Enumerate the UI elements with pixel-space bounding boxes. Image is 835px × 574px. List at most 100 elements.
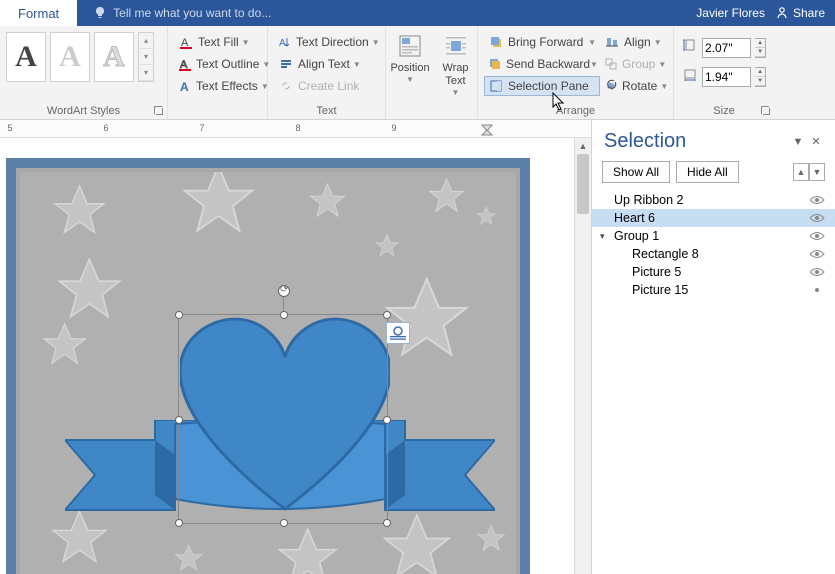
text-outline-icon: A — [178, 56, 192, 72]
selection-pane-icon — [488, 78, 504, 94]
layout-options-button[interactable] — [386, 322, 410, 344]
tellme-search[interactable]: Tell me what you want to do... — [93, 6, 696, 20]
visibility-toggle[interactable] — [809, 285, 825, 295]
resize-handle-w[interactable] — [175, 416, 183, 424]
document-canvas[interactable] — [0, 138, 574, 574]
group-button[interactable]: Group▼ — [600, 54, 670, 74]
reorder-down-button[interactable]: ▼ — [809, 163, 825, 181]
wordart-swatch-1[interactable]: A — [6, 32, 46, 82]
pane-options-button[interactable]: ▼ — [791, 135, 805, 149]
group-wordart-styles: A A A ▴▾▾ WordArt Styles — [0, 26, 168, 119]
scroll-up[interactable]: ▲ — [575, 138, 591, 154]
size-dialog-launcher[interactable] — [761, 106, 771, 116]
resize-handle-n[interactable] — [280, 311, 288, 319]
wordart-dialog-launcher[interactable] — [154, 106, 164, 116]
height-input[interactable]: 2.07" — [702, 38, 751, 58]
group-label-arrange: Arrange — [478, 105, 673, 117]
bring-forward-button[interactable]: Bring Forward▼ — [484, 32, 600, 52]
visibility-toggle[interactable] — [809, 195, 825, 205]
wordart-gallery[interactable]: A A A ▴▾▾ — [6, 28, 161, 82]
rotate-handle[interactable] — [278, 285, 290, 297]
resize-handle-s[interactable] — [280, 519, 288, 527]
resize-handle-ne[interactable] — [383, 311, 391, 319]
resize-handle-sw[interactable] — [175, 519, 183, 527]
group-label-wordart: WordArt Styles — [0, 105, 167, 117]
show-all-button[interactable]: Show All — [602, 161, 670, 183]
selection-item[interactable]: Heart 6 — [592, 209, 835, 227]
selection-list: Up Ribbon 2 Heart 6 ▾ Group 1 Rectangle … — [592, 191, 835, 299]
selection-box — [178, 314, 388, 524]
svg-text:A: A — [279, 38, 286, 49]
align-text-icon — [278, 56, 294, 72]
text-direction-button[interactable]: A Text Direction▼ — [274, 32, 379, 52]
group-label-text: Text — [268, 105, 385, 117]
visibility-toggle[interactable] — [809, 213, 825, 223]
page — [6, 158, 530, 574]
resize-handle-nw[interactable] — [175, 311, 183, 319]
indent-marker[interactable] — [480, 122, 494, 136]
tab-format[interactable]: Format — [0, 0, 77, 26]
selection-pane-button[interactable]: Selection Pane — [484, 76, 600, 96]
link-icon — [278, 78, 294, 94]
resize-handle-se[interactable] — [383, 519, 391, 527]
align-button[interactable]: Align▼ — [600, 32, 670, 52]
selection-item[interactable]: Up Ribbon 2 — [592, 191, 835, 209]
width-icon — [682, 66, 698, 87]
pane-close-button[interactable]: ✕ — [809, 135, 823, 149]
send-backward-button[interactable]: Send Backward▼ — [484, 54, 600, 74]
lightbulb-icon — [93, 6, 107, 20]
titlebar: Format Tell me what you want to do... Ja… — [0, 0, 835, 26]
document-area: 5 6 7 8 9 ▲ — [0, 120, 591, 574]
wrap-text-button[interactable]: Wrap Text ▼ — [440, 28, 471, 98]
selection-item[interactable]: Rectangle 8 — [592, 245, 835, 263]
selection-item[interactable]: Picture 5 — [592, 263, 835, 281]
create-link-button[interactable]: Create Link — [274, 76, 379, 96]
text-effects-icon: A — [178, 78, 192, 94]
bring-forward-icon — [488, 34, 504, 50]
group-arrange: Bring Forward▼ Send Backward▼ Selection … — [478, 26, 674, 119]
text-fill-button[interactable]: A Text Fill▼ — [174, 32, 261, 52]
wordart-swatch-3[interactable]: A — [94, 32, 134, 82]
svg-text:A: A — [180, 80, 189, 93]
group-wrap: Wrap Text ▼ — [434, 26, 478, 119]
share-icon — [775, 6, 789, 20]
selection-pane: Selection ▼ ✕ Show All Hide All ▲ ▼ Up R… — [591, 120, 835, 574]
hide-all-button[interactable]: Hide All — [676, 161, 739, 183]
width-input[interactable]: 1.94" — [702, 67, 751, 87]
reorder-up-button[interactable]: ▲ — [793, 163, 809, 181]
resize-handle-e[interactable] — [383, 416, 391, 424]
visibility-toggle[interactable] — [809, 267, 825, 277]
text-outline-button[interactable]: A Text Outline▼ — [174, 54, 261, 74]
height-icon — [682, 37, 698, 58]
align-icon — [604, 34, 620, 50]
user-name[interactable]: Javier Flores — [696, 6, 765, 20]
wordart-swatch-2[interactable]: A — [50, 32, 90, 82]
group-text: A Text Direction▼ Align Text▼ Create Lin… — [268, 26, 386, 119]
group-size: 2.07" ▲▼ 1.94" ▲▼ Size — [674, 26, 774, 119]
visibility-toggle[interactable] — [809, 249, 825, 259]
rotate-button[interactable]: Rotate▼ — [600, 76, 670, 96]
ribbon: A A A ▴▾▾ WordArt Styles A Text Fill▼ A … — [0, 26, 835, 120]
position-button[interactable]: Position ▼ — [392, 28, 428, 85]
text-effects-button[interactable]: A Text Effects▼ — [174, 76, 261, 96]
wordart-gallery-more[interactable]: ▴▾▾ — [138, 32, 154, 82]
group-icon — [604, 56, 618, 72]
group-label-size: Size — [674, 105, 774, 117]
rotate-icon — [604, 78, 618, 94]
send-backward-icon — [488, 56, 502, 72]
group-position: Position ▼ — [386, 26, 434, 119]
horizontal-ruler[interactable]: 5 6 7 8 9 — [0, 120, 591, 138]
selection-item[interactable]: Picture 15 — [592, 281, 835, 299]
scroll-thumb[interactable] — [577, 154, 589, 214]
position-icon — [396, 32, 424, 60]
tellme-placeholder: Tell me what you want to do... — [113, 6, 271, 20]
align-text-button[interactable]: Align Text▼ — [274, 54, 379, 74]
visibility-toggle[interactable] — [809, 231, 825, 241]
vertical-scrollbar[interactable]: ▲ — [574, 138, 591, 574]
expand-toggle[interactable]: ▾ — [600, 231, 605, 242]
text-fill-icon: A — [178, 34, 194, 50]
width-spinner[interactable]: ▲▼ — [755, 67, 766, 87]
share-button[interactable]: Share — [775, 6, 825, 20]
height-spinner[interactable]: ▲▼ — [755, 38, 766, 58]
selection-item[interactable]: ▾ Group 1 — [592, 227, 835, 245]
